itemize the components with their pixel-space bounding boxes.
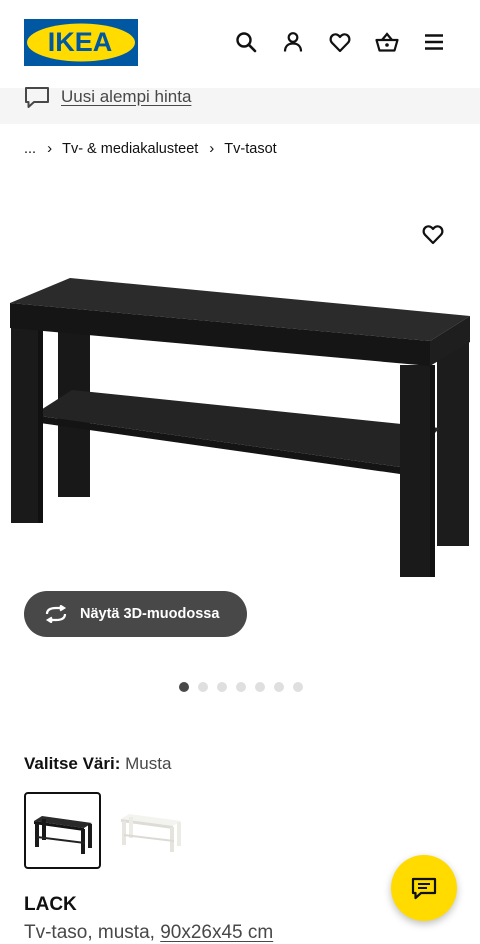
promo-link[interactable]: Uusi alempi hinta (61, 87, 191, 107)
view-3d-button[interactable]: Näytä 3D-muodossa (24, 591, 247, 637)
logo-text: IKEA (48, 27, 113, 57)
breadcrumb-separator: › (209, 140, 215, 157)
gallery-dot[interactable] (274, 682, 284, 692)
color-label: Valitse Väri: (24, 754, 121, 773)
ikea-logo[interactable]: IKEA (24, 19, 138, 66)
color-swatch-white[interactable] (113, 792, 190, 869)
search-icon[interactable] (234, 30, 258, 54)
rotate-arrows-icon (44, 605, 68, 623)
menu-icon[interactable] (422, 30, 446, 54)
basket-icon[interactable] (375, 30, 399, 54)
breadcrumb-ellipsis[interactable]: ... (24, 141, 36, 157)
gallery-dot[interactable] (198, 682, 208, 692)
site-header: IKEA (0, 0, 480, 88)
gallery-dot[interactable] (179, 682, 189, 692)
chat-button[interactable] (391, 855, 457, 921)
color-swatch-black[interactable] (24, 792, 101, 869)
gallery-dot[interactable] (293, 682, 303, 692)
account-icon[interactable] (281, 30, 305, 54)
gallery-dot[interactable] (255, 682, 265, 692)
breadcrumb-item-tv-media[interactable]: Tv- & mediakalusteet (62, 141, 198, 157)
gallery-dot[interactable] (236, 682, 246, 692)
breadcrumb: ... › Tv- & mediakalusteet › Tv-tasot (24, 140, 277, 157)
favorite-heart-icon[interactable] (421, 222, 445, 246)
product-dimensions-link[interactable]: 90x26x45 cm (160, 922, 273, 943)
product-image[interactable] (0, 270, 480, 590)
breadcrumb-item-tv-tasot[interactable]: Tv-tasot (224, 141, 276, 157)
color-value: Musta (125, 754, 172, 773)
gallery-pagination (179, 682, 303, 692)
view-3d-label: Näytä 3D-muodossa (80, 606, 220, 622)
breadcrumb-separator: › (47, 140, 53, 157)
gallery-dot[interactable] (217, 682, 227, 692)
product-name: LACK (24, 894, 77, 915)
product-type: Tv-taso, musta, (24, 922, 155, 943)
heart-icon[interactable] (328, 30, 352, 54)
chat-bubble-icon (25, 87, 49, 108)
color-selector-heading: Valitse Väri: Musta (24, 754, 171, 774)
chat-icon (411, 877, 437, 900)
product-description: Tv-taso, musta, 90x26x45 cm (24, 922, 273, 944)
